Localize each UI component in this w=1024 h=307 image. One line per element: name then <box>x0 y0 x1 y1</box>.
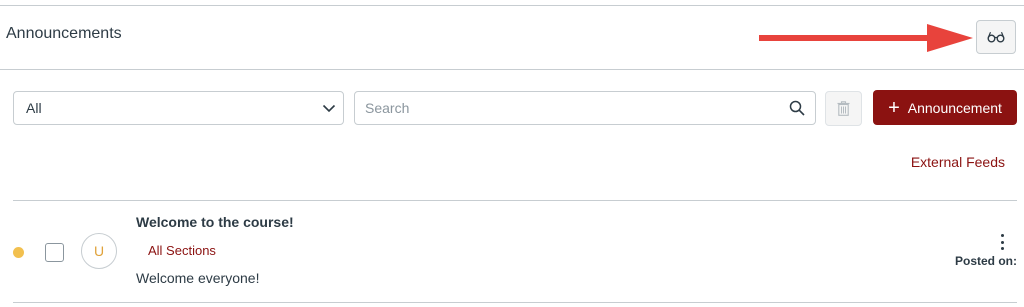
posted-on-label: Posted on: <box>955 254 1017 268</box>
kebab-dot <box>1000 234 1004 237</box>
filter-selected-value: All <box>26 100 42 116</box>
trash-icon <box>837 101 850 116</box>
immersive-reader-button[interactable] <box>976 20 1016 54</box>
more-options-icon[interactable] <box>997 234 1007 250</box>
unread-indicator <box>13 247 24 258</box>
announcement-title[interactable]: Welcome to the course! <box>136 214 294 230</box>
delete-button[interactable] <box>825 91 862 126</box>
search-icon[interactable] <box>789 100 805 116</box>
glasses-icon <box>987 31 1005 43</box>
section-filter-select[interactable]: All <box>13 91 344 125</box>
avatar[interactable]: U <box>81 233 117 269</box>
list-divider-bottom <box>13 302 1017 303</box>
kebab-dot <box>1000 240 1004 244</box>
search-field[interactable] <box>354 91 816 125</box>
announcement-sections: All Sections <box>148 243 216 258</box>
announcement-checkbox[interactable] <box>45 243 64 262</box>
add-announcement-button[interactable]: + Announcement <box>873 90 1017 125</box>
annotation-arrow <box>759 24 973 52</box>
kebab-dot <box>1000 247 1004 250</box>
chevron-down-icon <box>322 104 336 113</box>
announcement-message: Welcome everyone! <box>136 270 260 286</box>
plus-icon: + <box>888 96 900 119</box>
search-input[interactable] <box>355 92 775 124</box>
add-announcement-label: Announcement <box>907 99 1002 116</box>
top-divider <box>0 5 1024 6</box>
page-title: Announcements <box>6 25 122 42</box>
list-divider-top <box>13 200 1017 201</box>
header-divider <box>0 69 1024 70</box>
external-feeds-link[interactable]: External Feeds <box>911 154 1005 170</box>
